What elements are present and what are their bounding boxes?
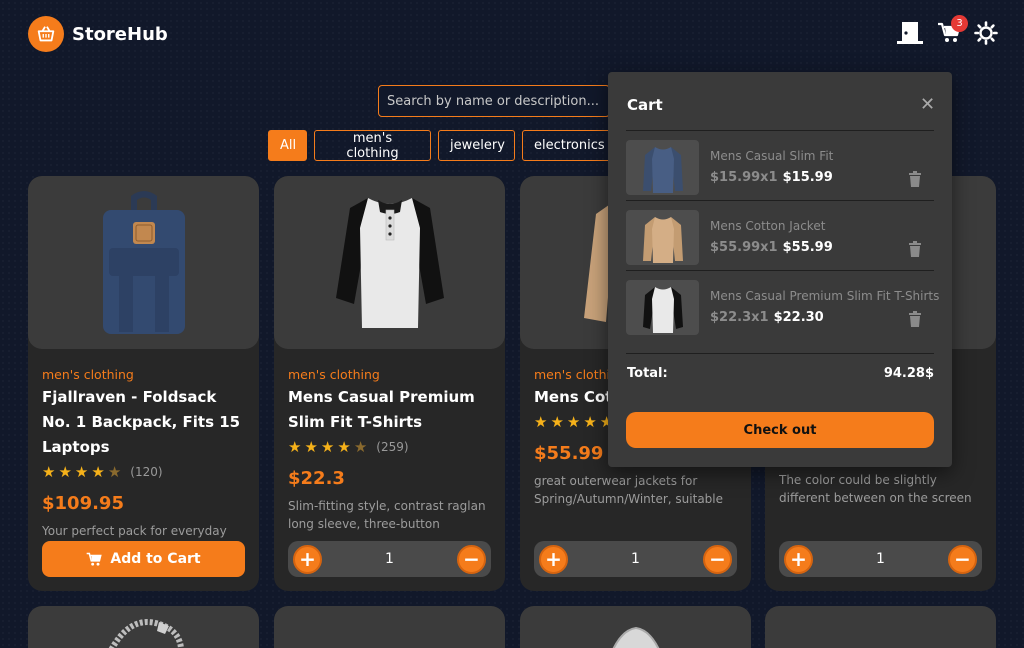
category-filter-jewelery[interactable]: jewelery bbox=[438, 130, 515, 161]
decrease-quantity-button[interactable]: − bbox=[702, 544, 732, 574]
product-title[interactable]: Mens Casual Premium Slim Fit T-Shirts bbox=[288, 385, 491, 435]
star-icon: ★ bbox=[534, 413, 548, 431]
app-header: StoreHub 3 bbox=[0, 0, 1024, 68]
product-description: The color could be slightly different be… bbox=[779, 473, 972, 505]
basket-icon bbox=[28, 16, 64, 52]
star-icon: ★ bbox=[288, 438, 302, 456]
decrease-quantity-button[interactable]: − bbox=[456, 544, 486, 574]
trash-icon[interactable] bbox=[908, 171, 922, 191]
product-image[interactable] bbox=[765, 606, 996, 648]
cart-item-name: Mens Casual Premium Slim Fit T-Shirts bbox=[710, 289, 940, 303]
cart-item: Mens Cotton Jacket $55.99x1 $55.99 bbox=[626, 204, 934, 274]
brand-name: StoreHub bbox=[72, 23, 168, 45]
product-category: men's clothing bbox=[288, 367, 380, 382]
trash-icon[interactable] bbox=[908, 311, 922, 331]
divider bbox=[626, 200, 934, 201]
cart-item-total: $55.99 bbox=[782, 240, 833, 255]
cart-item-image bbox=[626, 280, 699, 335]
category-filter-all[interactable]: All bbox=[268, 130, 307, 161]
cart-item-prices: $22.3x1 $22.30 bbox=[710, 310, 824, 325]
product-card[interactable]: men's clothing Mens Casual Premium Slim … bbox=[274, 176, 505, 591]
star-icon: ★ bbox=[58, 463, 72, 481]
product-card[interactable] bbox=[520, 606, 751, 648]
cart-item-total: $22.30 bbox=[773, 310, 824, 325]
quantity-value: 1 bbox=[631, 551, 640, 567]
cart-item-prices: $55.99x1 $55.99 bbox=[710, 240, 833, 255]
quantity-value: 1 bbox=[385, 551, 394, 567]
door-icon[interactable] bbox=[896, 20, 924, 50]
product-description: great outerwear jackets for Spring/Autum… bbox=[534, 474, 724, 506]
product-card[interactable]: men's clothing Fjallraven - Foldsack No.… bbox=[28, 176, 259, 591]
cart-item-image bbox=[626, 140, 699, 195]
product-card[interactable] bbox=[274, 606, 505, 648]
cart-item-prices: $15.99x1 $15.99 bbox=[710, 170, 833, 185]
product-image[interactable] bbox=[274, 176, 505, 349]
star-icon: ★ bbox=[320, 438, 335, 456]
product-image[interactable] bbox=[28, 606, 259, 648]
cart-item: Mens Casual Slim Fit $15.99x1 $15.99 bbox=[626, 134, 934, 204]
checkout-button[interactable]: Check out bbox=[626, 412, 934, 448]
divider bbox=[626, 130, 934, 131]
cart-count-badge: 3 bbox=[951, 15, 968, 32]
product-price: $22.3 bbox=[288, 468, 345, 489]
product-rating: ★ ★ ★ ★ ★ (120) bbox=[42, 462, 245, 482]
cart-icon bbox=[86, 552, 103, 567]
product-description: Slim-fitting style, contrast raglan long… bbox=[288, 499, 486, 531]
star-icon: ★ bbox=[74, 463, 89, 481]
increase-quantity-button[interactable]: + bbox=[293, 544, 322, 574]
cart-item: Mens Casual Premium Slim Fit T-Shirts $2… bbox=[626, 274, 939, 344]
star-icon: ★ bbox=[337, 438, 351, 456]
star-icon: ★ bbox=[91, 463, 105, 481]
sun-icon[interactable] bbox=[974, 21, 998, 49]
decrease-quantity-button[interactable]: − bbox=[947, 544, 977, 574]
cart-item-total: $15.99 bbox=[782, 170, 833, 185]
cart-item-name: Mens Casual Slim Fit bbox=[710, 149, 834, 163]
quantity-stepper: + 1 − bbox=[288, 541, 491, 577]
increase-quantity-button[interactable]: + bbox=[539, 544, 568, 574]
star-icon: ★ bbox=[42, 463, 56, 481]
cart-dropdown: Cart ✕ Mens Casual Slim Fit $15.99x1 $15.… bbox=[608, 72, 952, 467]
category-filter-mens-clothing[interactable]: men's clothing bbox=[314, 130, 431, 161]
rating-count: (120) bbox=[130, 465, 163, 479]
quantity-stepper: + 1 − bbox=[534, 541, 737, 577]
trash-icon[interactable] bbox=[908, 241, 922, 261]
increase-quantity-button[interactable]: + bbox=[784, 544, 813, 574]
cart-total-value: 94.28$ bbox=[883, 366, 934, 381]
product-title[interactable]: Fjallraven - Foldsack No. 1 Backpack, Fi… bbox=[42, 385, 245, 460]
category-filter-electronics[interactable]: electronics bbox=[522, 130, 614, 161]
product-card[interactable] bbox=[765, 606, 996, 648]
product-category: men's clothing bbox=[42, 367, 134, 382]
quantity-stepper: + 1 − bbox=[779, 541, 982, 577]
divider bbox=[626, 353, 934, 354]
cart-item-unit-price: $55.99x1 bbox=[710, 240, 778, 255]
cart-item-name: Mens Cotton Jacket bbox=[710, 219, 826, 233]
rating-count: (259) bbox=[376, 440, 409, 454]
divider bbox=[626, 270, 934, 271]
quantity-value: 1 bbox=[876, 551, 885, 567]
star-icon: ★ bbox=[566, 413, 581, 431]
product-image[interactable] bbox=[520, 606, 751, 648]
brand-logo[interactable]: StoreHub bbox=[28, 16, 168, 52]
star-icon: ★ bbox=[583, 413, 597, 431]
star-icon: ★ bbox=[107, 463, 122, 481]
add-to-cart-button[interactable]: Add to Cart bbox=[42, 541, 245, 577]
close-icon[interactable]: ✕ bbox=[920, 94, 935, 115]
star-icon: ★ bbox=[550, 413, 564, 431]
product-image[interactable] bbox=[274, 606, 505, 648]
product-image[interactable] bbox=[28, 176, 259, 349]
cart-title: Cart bbox=[627, 96, 663, 114]
cart-item-unit-price: $22.3x1 bbox=[710, 310, 769, 325]
cart-item-image bbox=[626, 210, 699, 265]
product-rating: ★ ★ ★ ★ ★ (259) bbox=[288, 437, 491, 457]
search-input[interactable] bbox=[378, 85, 610, 117]
product-price: $109.95 bbox=[42, 493, 124, 514]
product-card[interactable] bbox=[28, 606, 259, 648]
star-icon: ★ bbox=[304, 438, 318, 456]
cart-item-unit-price: $15.99x1 bbox=[710, 170, 778, 185]
cart-total-label: Total: bbox=[627, 366, 668, 381]
star-icon: ★ bbox=[353, 438, 368, 456]
add-to-cart-label: Add to Cart bbox=[110, 551, 201, 567]
